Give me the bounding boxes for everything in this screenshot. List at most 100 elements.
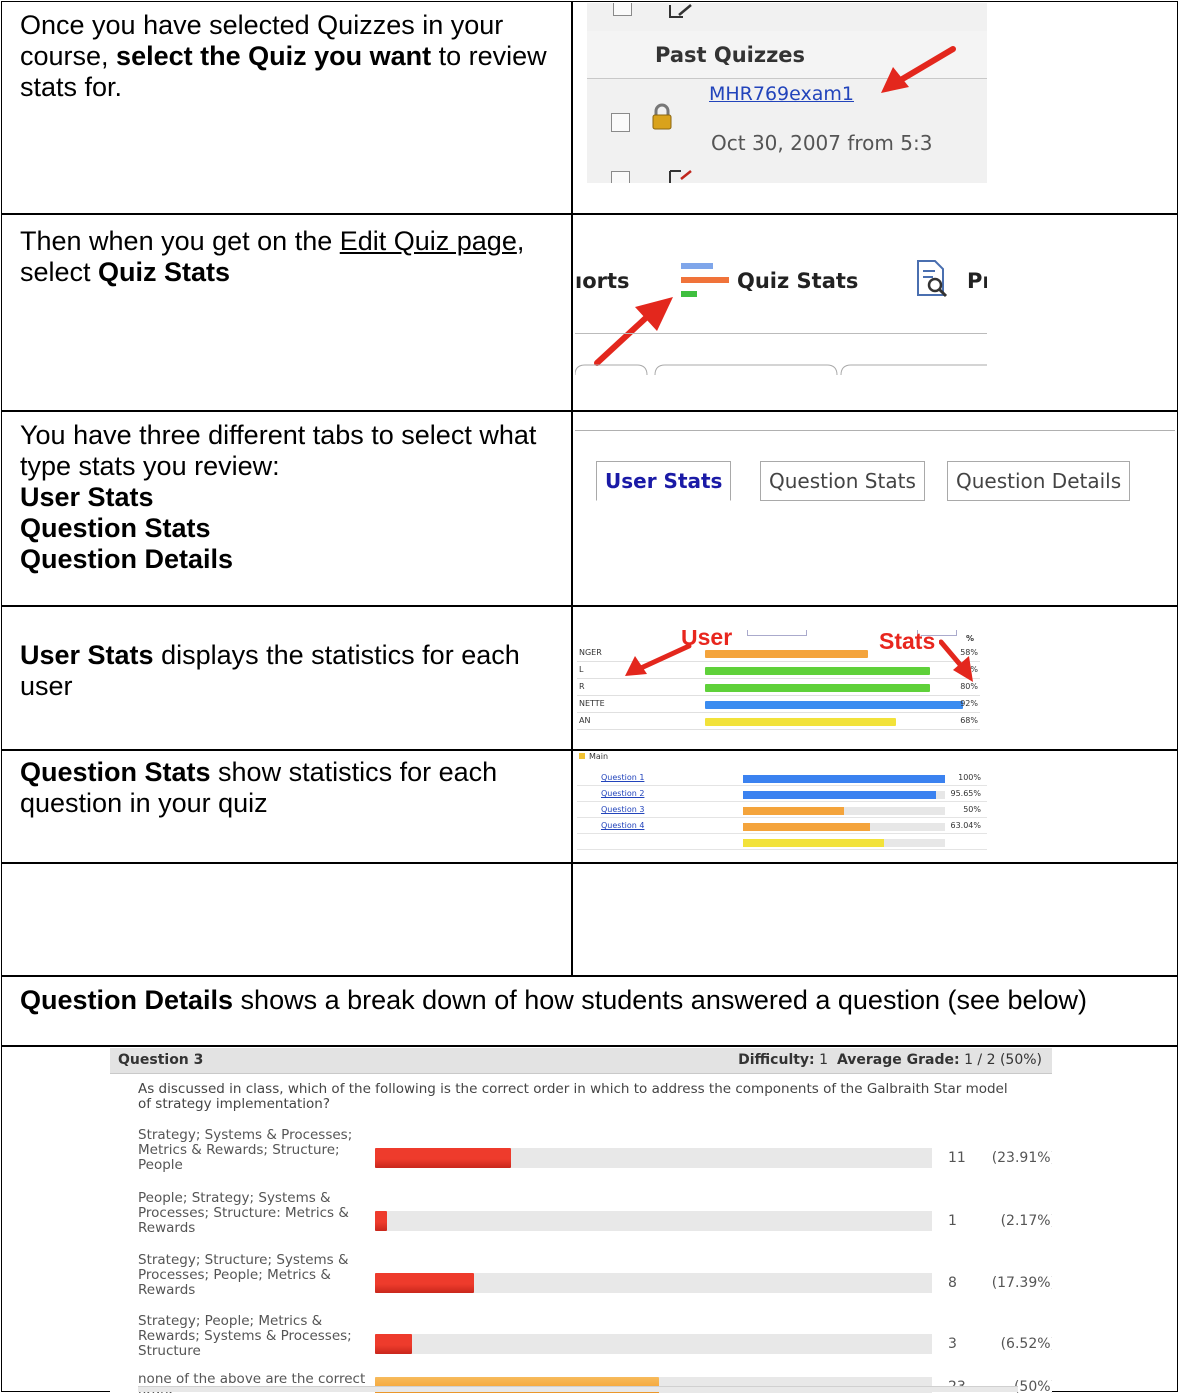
question-score-percent: 95.65% [950, 789, 981, 798]
user-stats-screenshot: % NGER58%L80%R80%NETTE92%AN68% User Stat… [577, 630, 980, 748]
answer-percent: (2.17%) [1000, 1213, 1052, 1229]
quiz-stats-icon [681, 263, 729, 297]
row-divider [1, 862, 1178, 864]
question-score-bar [743, 839, 884, 847]
lock-icon [652, 103, 672, 130]
instruction-question-stats: Question Stats show statistics for each … [20, 757, 560, 819]
question-header: Question 3 Difficulty: 1 Average Grade: … [110, 1048, 1052, 1074]
question-row: Question 2 95.65% [577, 788, 987, 802]
instruction-emphasis: select the Quiz you want [116, 41, 432, 71]
quiz-stats-toolbar-screenshot: ıorts Quiz Stats Pı [575, 225, 987, 375]
answer-count-value: 11 [948, 1150, 966, 1166]
pointer-arrow-icon [594, 297, 673, 366]
answer-text: Strategy; People; Metrics & Rewards; Sys… [138, 1313, 352, 1359]
folder-icon [579, 753, 585, 759]
pointer-arrow-icon [939, 639, 973, 682]
question-text: As discussed in class, which of the foll… [138, 1081, 1008, 1112]
question-score-bar [743, 791, 936, 799]
instruction-question-details: Question Details shows a break down of h… [20, 985, 1150, 1016]
question-score-bar [743, 775, 945, 783]
user-name: AN [579, 716, 591, 725]
average-grade-label: Average Grade: [836, 1052, 960, 1068]
instruction-tabs: You have three different tabs to select … [20, 420, 560, 575]
difficulty-value: 1 [819, 1052, 829, 1068]
question-score-percent: 50% [963, 805, 981, 814]
answer-count: 8 (17.39%) [948, 1275, 1052, 1291]
user-score-bar [705, 667, 930, 675]
tab-question-details[interactable]: Question Details [947, 461, 1131, 501]
question-meta: Difficulty: 1 Average Grade: 1 / 2 (50%) [738, 1052, 1042, 1068]
user-score-bar [705, 718, 896, 726]
user-row: AN 68% [577, 714, 980, 730]
tab-question-stats[interactable]: Question Stats [760, 461, 925, 501]
average-grade-value: 1 / 2 (50%) [964, 1052, 1042, 1068]
answer-count-value: 1 [948, 1213, 957, 1229]
question-row: Question 1 100% [577, 772, 987, 786]
reports-fragment: ıorts [575, 269, 630, 293]
question-row: Question 4 63.04% [577, 820, 987, 834]
question-link[interactable]: Question 3 [601, 805, 644, 814]
row-divider [1, 410, 1178, 412]
tab-name-user-stats: User Stats [20, 482, 154, 512]
answer-track [375, 1211, 932, 1231]
answer-count: 3 (6.52%) [948, 1336, 1052, 1352]
question-score-bar [743, 807, 844, 815]
tab-user-stats[interactable]: User Stats [596, 461, 732, 501]
question-score-percent: 100% [958, 773, 981, 782]
document-page: Once you have selected Quizzes in your c… [0, 0, 1179, 1393]
question-link[interactable]: Question 1 [601, 773, 644, 782]
instruction-emphasis: Question Stats [20, 757, 211, 787]
instruction-emphasis: User Stats [20, 640, 154, 670]
user-score-bar [705, 701, 963, 709]
user-score-bar [705, 650, 868, 658]
checkbox[interactable] [611, 171, 630, 183]
answer-count: 11 (23.91%) [948, 1150, 1052, 1166]
quiz-link-mhr769exam1[interactable]: MHR769exam1 [709, 83, 854, 105]
answer-bar [375, 1148, 511, 1168]
user-score-percent: 68% [960, 716, 978, 725]
question-score-percent: 63.04% [950, 821, 981, 830]
checkbox[interactable] [613, 3, 632, 16]
user-name: R [579, 682, 585, 691]
edit-icon [669, 170, 692, 183]
question-row [577, 836, 987, 850]
answer-text: People; Strategy; Systems & Processes; S… [138, 1190, 349, 1236]
quiz-stats-button[interactable]: Quiz Stats [737, 269, 858, 293]
user-name: NETTE [579, 699, 605, 708]
instruction-emphasis: Quiz Stats [98, 257, 231, 287]
instruction-text: Then when you get on the [20, 226, 340, 256]
section-name: Main [589, 752, 609, 761]
preview-fragment: Pı [967, 269, 987, 293]
user-row: R 80% [577, 680, 980, 696]
question-row: Question 3 50% [577, 804, 987, 818]
answer-bar [375, 1211, 387, 1231]
question-details-screenshot: Question 3 Difficulty: 1 Average Grade: … [110, 1048, 1052, 1393]
answer-percent: (23.91%) [991, 1150, 1052, 1166]
answer-percent: (17.39%) [991, 1275, 1052, 1291]
difficulty-label: Difficulty: [738, 1052, 815, 1068]
stats-annotation: Stats [879, 630, 936, 654]
answer-count: 1 (2.17%) [948, 1213, 1052, 1229]
question-link[interactable]: Question 4 [601, 821, 644, 830]
row-divider [1, 1045, 1178, 1047]
user-row: NETTE 92% [577, 697, 980, 713]
user-name: L [579, 665, 584, 674]
user-score-bar [705, 684, 930, 692]
answer-track [375, 1334, 932, 1354]
instruction-emphasis: Question Details [20, 985, 234, 1015]
column-divider [571, 1, 573, 976]
past-quizzes-screenshot: Past Quizzes MHR769exam1 Oct 30, 2007 fr… [587, 3, 987, 183]
tab-name-question-stats: Question Stats [20, 513, 211, 543]
instruction-text: shows a break down of how students answe… [233, 985, 1088, 1015]
question-link[interactable]: Question 2 [601, 789, 644, 798]
edit-quiz-page-link[interactable]: Edit Quiz page [340, 226, 517, 256]
question-score-bar [743, 823, 870, 831]
row-divider [1, 213, 1178, 215]
answer-percent: (6.52%) [1000, 1336, 1052, 1352]
user-name: NGER [579, 648, 602, 657]
checkbox[interactable] [611, 113, 630, 132]
question-title: Question 3 [118, 1052, 204, 1068]
answer-text: Strategy; Systems & Processes; Metrics &… [138, 1127, 353, 1173]
answer-text: Strategy; Structure; Systems & Processes… [138, 1252, 349, 1298]
answer-count-value: 8 [948, 1275, 957, 1291]
